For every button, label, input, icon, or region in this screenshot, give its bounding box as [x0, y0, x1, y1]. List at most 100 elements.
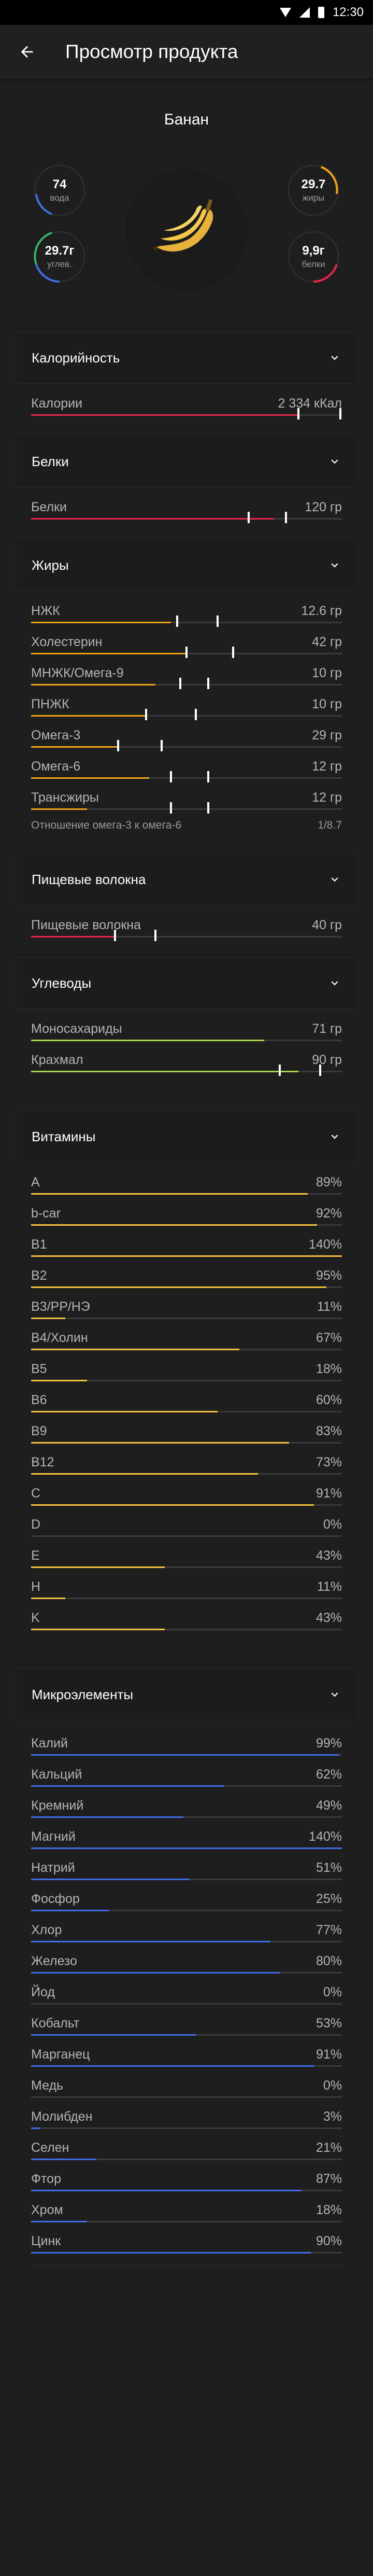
nutrient-row: B9 83% — [16, 1418, 357, 1449]
cell-signal-icon — [299, 7, 310, 18]
section-header[interactable]: Жиры — [16, 539, 357, 591]
section-header[interactable]: Микроэлементы — [16, 1669, 357, 1720]
nutrient-value: 12 гр — [312, 759, 342, 774]
norm-marker — [170, 771, 172, 782]
banana-image — [126, 170, 247, 290]
status-bar: 12:30 — [0, 0, 373, 25]
progress-track — [31, 802, 342, 814]
chevron-down-icon[interactable] — [327, 557, 342, 573]
section-body: Калории 2 334 кКал — [16, 390, 357, 421]
progress-track — [31, 1629, 342, 1630]
nutrient-row: Селен 21% — [16, 2134, 357, 2165]
back-arrow-icon[interactable] — [16, 40, 38, 63]
norm-marker — [217, 615, 219, 627]
nutrient-label: b-car — [31, 1206, 61, 1221]
progress-track — [31, 1349, 342, 1350]
nutrient-row: Хлор 77% — [16, 1916, 357, 1948]
section-title: Пищевые волокна — [32, 871, 146, 887]
progress-track — [31, 1040, 342, 1041]
progress-fill — [31, 1816, 183, 1818]
nutrient-row: Цинк 90% — [16, 2228, 357, 2259]
nutrient-row: K 43% — [16, 1604, 357, 1635]
nutrient-row: НЖК 12.6 гр — [16, 597, 357, 628]
fat-value: 29.7 — [301, 177, 326, 191]
section-header[interactable]: Белки — [16, 436, 357, 487]
section-title: Витамины — [32, 1128, 96, 1144]
nutrient-label: Фосфор — [31, 1892, 80, 1906]
norm-marker — [248, 512, 250, 523]
progress-track — [31, 2252, 342, 2253]
nutrient-row: Омега-3 29 гр — [16, 722, 357, 753]
progress-fill — [31, 1442, 289, 1444]
section: Жиры НЖК 12.6 гр Холестерин 42 гр МНЖК/Омега-… — [16, 539, 357, 838]
nutrient-label: Хром — [31, 2203, 63, 2217]
omega-ratio-value: 1/8.7 — [318, 819, 342, 831]
nutrient-label: Крахмал — [31, 1053, 83, 1067]
protein-label: белки — [302, 259, 325, 269]
progress-track — [31, 1910, 342, 1911]
omega-ratio-row: Отношение омега-3 к омега-6 1/8.7 — [16, 815, 357, 838]
progress-track — [31, 1286, 342, 1288]
section-header[interactable]: Витамины — [16, 1111, 357, 1163]
nutrient-row: Кремний 49% — [16, 1792, 357, 1823]
nutrient-row: A 89% — [16, 1169, 357, 1200]
nutrient-label: D — [31, 1517, 41, 1532]
nutrient-value: 73% — [315, 1455, 342, 1469]
nutrient-label: Молибден — [31, 2109, 93, 2124]
progress-fill — [31, 1566, 165, 1568]
progress-fill — [31, 1879, 190, 1880]
chevron-down-icon[interactable] — [327, 872, 342, 887]
nutrient-value: 40 гр — [312, 918, 342, 932]
progress-fill — [31, 1380, 87, 1381]
norm-marker — [207, 678, 209, 689]
section: Углеводы Моносахариды 71 гр Крахмал 90 гр — [16, 957, 357, 1077]
nutrient-value: 3% — [323, 2109, 342, 2124]
progress-track — [31, 1255, 342, 1257]
nutrition-summary: 74 вода 29.7 жиры 29.7г углев. 9,9г белк… — [0, 149, 373, 305]
nutrient-label: Калий — [31, 1736, 68, 1751]
nutrient-row: b-car 92% — [16, 1200, 357, 1231]
nutrient-value: 140% — [309, 1237, 342, 1252]
nutrient-value: 62% — [315, 1767, 342, 1782]
progress-track — [31, 512, 342, 523]
norm-marker — [297, 408, 299, 419]
section-header[interactable]: Калорийность — [16, 332, 357, 384]
chevron-down-icon[interactable] — [327, 975, 342, 991]
nutrient-value: 89% — [315, 1175, 342, 1189]
progress-track — [31, 2003, 342, 2005]
nutrient-label: Кремний — [31, 1798, 84, 1813]
nutrient-label: B12 — [31, 1455, 54, 1469]
omega-ratio-label: Отношение омега-3 к омега-6 — [31, 819, 182, 831]
nutrient-value: 11% — [317, 1579, 342, 1594]
section-body: Калий 99% Кальций 62% Кремний 49% Магний 140% На… — [16, 1730, 357, 2265]
nutrient-value: 0% — [323, 1517, 342, 1532]
nutrient-label: B4/Холин — [31, 1331, 88, 1345]
section: Микроэлементы Калий 99% Кальций 62% Кремний 49… — [16, 1669, 357, 2265]
progress-fill — [31, 518, 274, 520]
chevron-down-icon[interactable] — [327, 454, 342, 469]
nutrient-value: 18% — [315, 2203, 342, 2217]
nutrient-label: Магний — [31, 1829, 76, 1844]
progress-track — [31, 408, 342, 419]
section-header[interactable]: Углеводы — [16, 957, 357, 1009]
section-header[interactable]: Пищевые волокна — [16, 853, 357, 905]
nutrient-label: B3/PP/НЭ — [31, 1299, 90, 1314]
norm-marker — [232, 647, 234, 658]
nutrient-value: 11% — [317, 1299, 342, 1314]
nutrient-value: 18% — [315, 1362, 342, 1376]
nutrient-value: 60% — [315, 1393, 342, 1407]
nutrient-row: Белки 120 гр — [16, 494, 357, 525]
nutrient-label: Кобальт — [31, 2016, 80, 2031]
nutrient-label: Цинк — [31, 2234, 61, 2248]
chevron-down-icon[interactable] — [327, 1687, 342, 1702]
nutrient-row: Медь 0% — [16, 2072, 357, 2103]
protein-gauge: 9,9г белки — [285, 228, 342, 285]
nutrient-label: Медь — [31, 2078, 64, 2093]
nutrient-value: 0% — [323, 2078, 342, 2093]
chevron-down-icon[interactable] — [327, 1129, 342, 1144]
progress-fill — [31, 1941, 270, 1942]
progress-fill — [31, 1598, 65, 1599]
nutrient-value: 92% — [315, 1206, 342, 1221]
progress-track — [31, 1972, 342, 1973]
chevron-down-icon[interactable] — [327, 350, 342, 366]
